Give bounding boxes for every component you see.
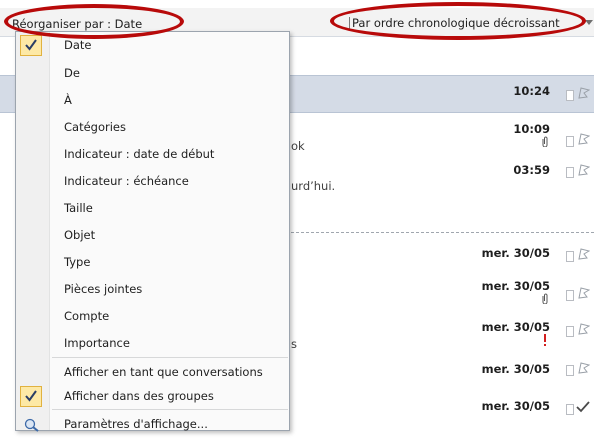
menu-item-label: Importance	[64, 336, 130, 350]
message-time: mer. 30/05	[481, 246, 550, 260]
flag-icon[interactable]	[578, 87, 590, 99]
arrange-by-button[interactable]: Réorganiser par : Date	[12, 17, 142, 31]
menu-separator	[52, 409, 288, 410]
flag-icon[interactable]	[578, 287, 590, 299]
menu-item-label: Paramètres d'affichage...	[64, 417, 208, 431]
check-icon	[20, 35, 42, 56]
menu-item-flag-due-date[interactable]: Indicateur : échéance	[16, 169, 289, 195]
menu-item-label: Pièces jointes	[64, 282, 143, 296]
flag-icon[interactable]	[578, 362, 590, 374]
menu-item-subject[interactable]: Objet	[16, 223, 289, 249]
menu-item-account[interactable]: Compte	[16, 304, 289, 330]
menu-item-label: Date	[64, 38, 92, 52]
menu-item-from[interactable]: De	[16, 61, 289, 87]
message-time: 10:09	[513, 122, 550, 136]
flag-icon[interactable]	[578, 248, 590, 260]
message-time: mer. 30/05	[481, 399, 550, 413]
sort-order-button[interactable]: Par ordre chronologique décroissant	[349, 17, 560, 30]
attachment-icon	[542, 293, 548, 304]
menu-item-view-settings[interactable]: Paramètres d'affichage...	[16, 412, 289, 438]
flag-box-icon[interactable]	[566, 167, 574, 178]
completed-check-icon[interactable]	[576, 401, 590, 413]
high-importance-icon	[544, 334, 546, 346]
menu-item-label: Catégories	[64, 120, 126, 134]
flag-box-icon[interactable]	[566, 136, 574, 147]
flag-box-icon[interactable]	[566, 90, 574, 101]
menu-item-to[interactable]: À	[16, 88, 289, 114]
menu-item-label: Afficher dans des groupes	[64, 389, 214, 403]
menu-item-categories[interactable]: Catégories	[16, 115, 289, 141]
menu-item-label: Taille	[64, 201, 93, 215]
menu-item-label: Indicateur : date de début	[64, 147, 215, 161]
attachment-icon	[542, 136, 548, 147]
menu-item-type[interactable]: Type	[16, 250, 289, 276]
message-time: 03:59	[513, 163, 550, 177]
menu-item-attachments[interactable]: Pièces jointes	[16, 277, 289, 303]
flag-icon[interactable]	[578, 323, 590, 335]
chevron-down-icon[interactable]	[585, 20, 593, 25]
flag-box-icon[interactable]	[566, 326, 574, 337]
menu-item-date[interactable]: Date	[16, 33, 289, 59]
menu-item-show-in-groups[interactable]: Afficher dans des groupes	[16, 384, 289, 410]
menu-item-label: Indicateur : échéance	[64, 174, 189, 188]
menu-item-label: Afficher en tant que conversations	[64, 365, 263, 379]
menu-item-label: De	[64, 66, 80, 80]
group-separator	[291, 232, 594, 233]
menu-separator	[52, 357, 288, 358]
flag-box-icon[interactable]	[566, 290, 574, 301]
check-icon	[20, 386, 42, 407]
menu-item-label: Compte	[64, 309, 110, 323]
flag-icon[interactable]	[578, 133, 590, 145]
message-time: mer. 30/05	[481, 320, 550, 334]
menu-item-size[interactable]: Taille	[16, 196, 289, 222]
message-time: 10:24	[513, 84, 550, 98]
message-snippet: ok	[291, 139, 305, 153]
menu-item-label: Objet	[64, 228, 96, 242]
flag-box-icon[interactable]	[566, 251, 574, 262]
message-time: mer. 30/05	[481, 362, 550, 376]
menu-item-flag-start-date[interactable]: Indicateur : date de début	[16, 142, 289, 168]
menu-item-importance[interactable]: Importance	[16, 331, 289, 357]
message-snippet: urd’hui.	[291, 179, 336, 193]
menu-item-label: Type	[64, 255, 91, 269]
flag-box-icon[interactable]	[566, 404, 574, 415]
message-time: mer. 30/05	[481, 279, 550, 293]
message-snippet: s	[291, 337, 297, 351]
flag-box-icon[interactable]	[566, 365, 574, 376]
menu-item-label: À	[64, 93, 72, 107]
flag-icon[interactable]	[578, 164, 590, 176]
arrange-by-menu: Date De À Catégories Indicateur : date d…	[15, 31, 290, 432]
menu-item-show-as-conversations[interactable]: Afficher en tant que conversations	[16, 360, 289, 386]
